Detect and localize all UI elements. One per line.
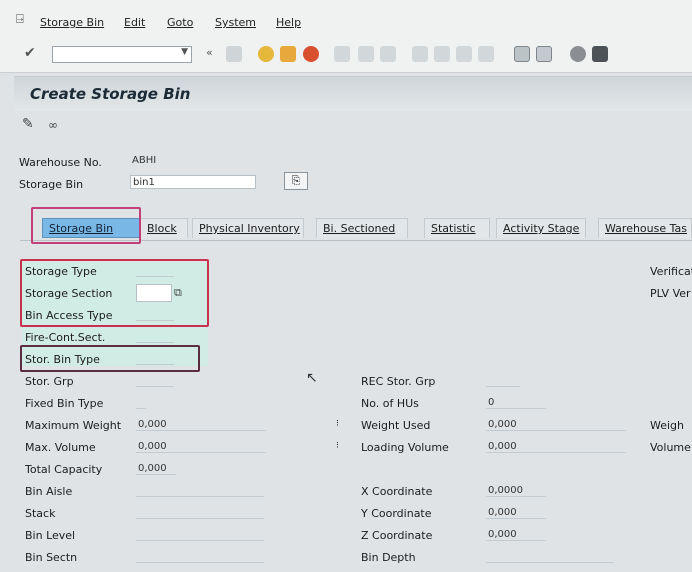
z-coordinate-label: Z Coordinate [361, 529, 433, 542]
save-icon[interactable] [226, 46, 242, 62]
stor-grp-input[interactable] [136, 374, 174, 387]
warehouse-value: ABHI [132, 155, 157, 166]
bin-aisle-input[interactable] [136, 484, 264, 497]
system-menu-icon[interactable]: ⍈ [16, 12, 24, 27]
menu-edit[interactable]: Edit [124, 16, 145, 29]
tab-block[interactable]: Block [140, 218, 188, 238]
back-icon[interactable] [258, 46, 274, 62]
volume-right-label: Volume [650, 441, 691, 454]
bin-sectn-label: Bin Sectn [25, 551, 78, 564]
fixed-bin-type-input[interactable] [136, 396, 146, 409]
weight-used-input[interactable]: 0,000 [486, 418, 626, 431]
max-weight-label: Maximum Weight [25, 419, 122, 432]
copy-template-button[interactable]: ⎘ [284, 172, 308, 190]
max-volume-input[interactable]: 0,000 [136, 440, 266, 453]
plv-ver-label: PLV Ver [650, 287, 691, 300]
loading-volume-label: Loading Volume [361, 441, 449, 454]
shortcut-icon[interactable] [536, 46, 552, 62]
fixed-bin-type-label: Fixed Bin Type [25, 397, 104, 410]
find-next-icon[interactable] [380, 46, 396, 62]
tab-warehouse-tas[interactable]: Warehouse Tas [598, 218, 692, 238]
no-of-hus-label: No. of HUs [361, 397, 419, 410]
stack-input[interactable] [136, 506, 264, 519]
volume-unit-marker: ⁝ [336, 441, 339, 451]
first-page-icon[interactable] [412, 46, 428, 62]
total-capacity-label: Total Capacity [25, 463, 103, 476]
create-session-icon[interactable] [514, 46, 530, 62]
tab-bi-sectioned[interactable]: Bi. Sectioned [316, 218, 408, 238]
command-history-icon[interactable]: « [206, 46, 213, 59]
bin-aisle-label: Bin Aisle [25, 485, 73, 498]
title-bar: Create Storage Bin [14, 76, 692, 111]
last-page-icon[interactable] [478, 46, 494, 62]
fire-cont-sect-input[interactable] [136, 330, 174, 343]
command-dropdown-icon[interactable]: ▼ [181, 47, 188, 57]
page-title: Create Storage Bin [30, 85, 191, 103]
weight-right-label: Weigh [650, 419, 685, 432]
loading-volume-input[interactable]: 0,000 [486, 440, 626, 453]
no-of-hus-input[interactable]: 0 [486, 396, 546, 409]
x-coordinate-input[interactable]: 0,0000 [486, 484, 546, 497]
bin-type-highlight-box [20, 345, 200, 372]
command-field[interactable]: ▼ [52, 46, 192, 63]
bin-level-input[interactable] [136, 528, 264, 541]
verification-label: Verificati [650, 265, 692, 278]
pencil-icon[interactable]: ✎ [22, 116, 34, 132]
max-volume-label: Max. Volume [25, 441, 96, 454]
x-coordinate-label: X Coordinate [361, 485, 433, 498]
storage-fields-highlight-box [20, 259, 209, 327]
total-capacity-input[interactable]: 0,000 [136, 462, 176, 475]
bin-depth-label: Bin Depth [361, 551, 416, 564]
prev-page-icon[interactable] [434, 46, 450, 62]
fire-cont-sect-label: Fire-Cont.Sect. [25, 331, 106, 344]
z-coordinate-input[interactable]: 0,000 [486, 528, 546, 541]
menu-goto[interactable]: Goto [167, 16, 193, 29]
warehouse-label: Warehouse No. [19, 156, 102, 169]
cancel-icon[interactable] [303, 46, 319, 62]
storage-bin-label: Storage Bin [19, 178, 84, 191]
menu-help[interactable]: Help [276, 16, 301, 29]
bin-sectn-input[interactable] [136, 550, 264, 563]
weight-used-label: Weight Used [361, 419, 431, 432]
menu-storage-bin[interactable]: Storage Bin [40, 16, 104, 29]
customize-icon[interactable] [592, 46, 608, 62]
stack-label: Stack [25, 507, 56, 520]
menu-bar: ⍈ Storage Bin Edit Goto System Help [0, 0, 692, 38]
tab-physical-inventory[interactable]: Physical Inventory [192, 218, 304, 238]
storage-bin-input[interactable]: bin1 [130, 175, 256, 189]
tab-statistic[interactable]: Statistic [424, 218, 490, 238]
mouse-cursor-icon: ↖ [306, 370, 318, 386]
enter-icon[interactable]: ✔ [24, 45, 36, 61]
weight-unit-marker: ⁝ [336, 419, 339, 429]
standard-toolbar: ✔ ▼ « [0, 38, 692, 73]
exit-icon[interactable] [280, 46, 296, 62]
menu-system[interactable]: System [215, 16, 256, 29]
glasses-icon[interactable]: ∞ [48, 118, 58, 132]
bin-level-label: Bin Level [25, 529, 76, 542]
max-weight-input[interactable]: 0,000 [136, 418, 266, 431]
print-icon[interactable] [334, 46, 350, 62]
rec-stor-grp-label: REC Stor. Grp [361, 375, 436, 388]
y-coordinate-label: Y Coordinate [361, 507, 432, 520]
tab-activity-stage[interactable]: Activity Stage [496, 218, 586, 238]
rec-stor-grp-input[interactable] [486, 374, 520, 387]
stor-grp-label: Stor. Grp [25, 375, 74, 388]
find-icon[interactable] [358, 46, 374, 62]
tab-highlight-box [31, 207, 141, 244]
help-icon[interactable] [570, 46, 586, 62]
next-page-icon[interactable] [456, 46, 472, 62]
bin-depth-input[interactable] [486, 550, 614, 563]
y-coordinate-input[interactable]: 0,000 [486, 506, 546, 519]
